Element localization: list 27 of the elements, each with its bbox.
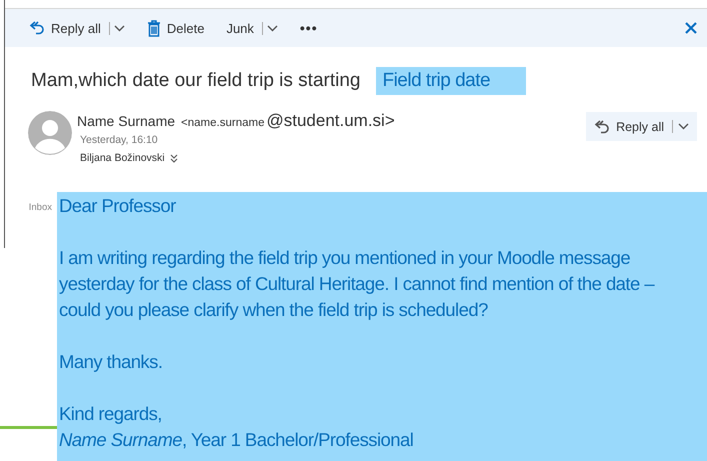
subject-line: Mam,which date our field trip is starting [31,70,360,92]
sender-domain: @student.um.si> [266,111,395,131]
delete-button[interactable]: Delete [146,18,204,38]
chevron-down-icon [678,123,689,130]
chevron-down-icon [114,24,125,32]
more-button[interactable]: ••• [300,18,318,38]
body-line: Name Surname, Year 1 Bachelor/Professional [59,428,414,452]
avatar-icon [28,111,72,155]
sent-time: Yesterday, 16:10 [80,134,159,146]
junk-button[interactable]: Junk [226,18,278,38]
category-tag: Field trip date [376,67,526,95]
reply-all-button[interactable]: Reply all [29,18,125,38]
reply-all-icon [29,20,45,36]
body-paragraph: I am writing regarding the field trip you mentioned in your Moodle message yesterday for the class of Cultural Heritage. I cannot find mention of the date – could you please clarify when the field trip is scheduled? [59,246,656,322]
recipient-name: Biljana Božinovski [80,152,165,164]
chevron-down-icon [266,24,278,32]
body-line: Many thanks. [59,350,164,374]
double-chevron-icon[interactable] [170,154,178,162]
close-icon[interactable] [685,22,697,34]
sender-address: <name.surname [181,117,264,129]
body-line: Kind regards, [59,402,163,426]
trash-icon [146,20,161,36]
folder-label: Inbox [28,202,52,213]
body-line: Dear Professor [59,194,177,218]
reply-all-icon [594,118,610,134]
sender-name: Name Surname [77,113,176,129]
reply-all-button[interactable]: Reply all [586,112,697,141]
